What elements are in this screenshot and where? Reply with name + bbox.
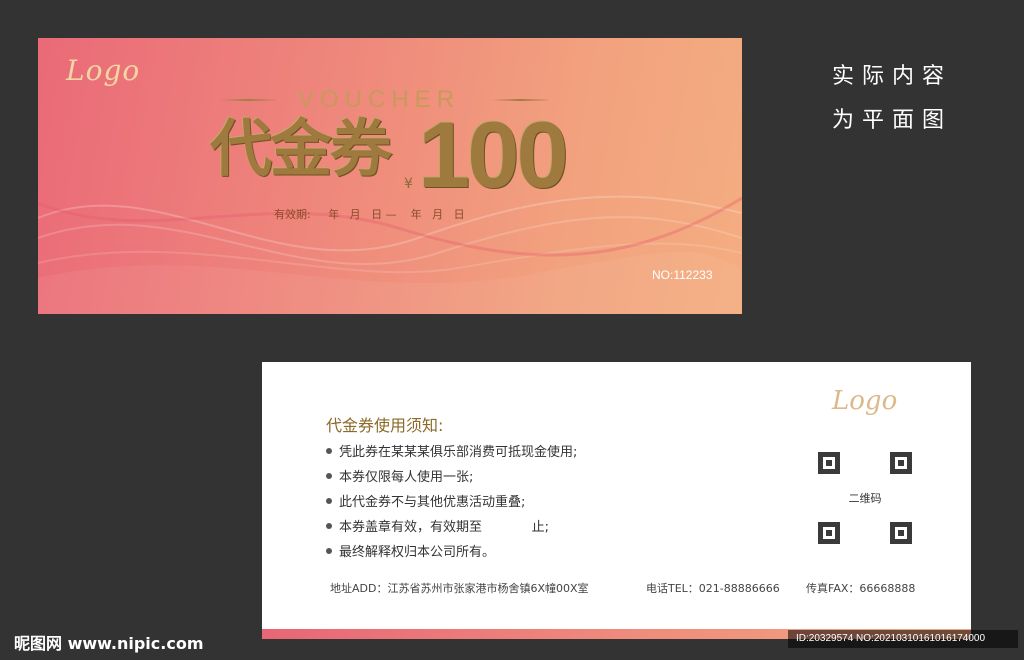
back-logo: Logo xyxy=(832,386,898,416)
rule-item: 本券盖章有效，有效期至 止; xyxy=(326,513,577,538)
rule-text: 本券盖章有效，有效期至 止; xyxy=(339,520,549,535)
serial-number: NO:112233 xyxy=(652,268,713,282)
rule-item: 此代金券不与其他优惠活动重叠; xyxy=(326,488,577,513)
bullet-icon xyxy=(326,447,332,454)
rule-text: 凭此券在某某某俱乐部消费可抵现金使用; xyxy=(339,445,578,460)
voucher-amount: 100 xyxy=(418,102,569,207)
fax: 传真FAX：66668888 xyxy=(806,582,916,595)
voucher-line-right xyxy=(492,99,548,101)
qr-corner-icon xyxy=(818,452,840,474)
rule-text: 此代金券不与其他优惠活动重叠; xyxy=(339,495,526,510)
bullet-icon xyxy=(326,497,332,504)
voucher-back: Logo 代金券使用须知: 凭此券在某某某俱乐部消费可抵现金使用; 本券仅限每人… xyxy=(262,362,971,639)
qr-label: 二维码 xyxy=(848,492,882,505)
rule-text: 最终解释权归本公司所有。 xyxy=(339,545,496,560)
bullet-icon xyxy=(326,547,332,554)
valid-period: 有效期: 年 月 日 — 年 月 日 xyxy=(274,208,465,221)
side-note-line-2: 为平面图 xyxy=(832,108,953,133)
qr-corner-icon xyxy=(890,522,912,544)
qr-code-placeholder: 二维码 xyxy=(818,452,912,544)
voucher-line-left xyxy=(220,99,276,101)
rules-list: 凭此券在某某某俱乐部消费可抵现金使用; 本券仅限每人使用一张; 此代金券不与其他… xyxy=(326,438,577,563)
bullet-icon xyxy=(326,472,332,479)
site-watermark: 昵图网 www.nipic.com xyxy=(14,634,204,653)
voucher-front: Logo VOUCHER 代金券 ¥ 100 有效期: 年 月 日 — 年 月 … xyxy=(38,38,742,314)
rule-item: 最终解释权归本公司所有。 xyxy=(326,538,577,563)
address: 地址ADD：江苏省苏州市张家港市杨舍镇6X幢00X室 xyxy=(330,582,589,595)
rule-item: 凭此券在某某某俱乐部消费可抵现金使用; xyxy=(326,438,577,463)
qr-corner-icon xyxy=(818,522,840,544)
side-note-line-1: 实际内容 xyxy=(832,64,953,89)
currency-symbol: ¥ xyxy=(404,176,413,192)
id-watermark: ID:20329574 NO:20210310161016174000 xyxy=(788,630,1018,648)
telephone: 电话TEL：021-88886666 xyxy=(646,582,780,595)
rule-text: 本券仅限每人使用一张; xyxy=(339,470,474,485)
voucher-title: 代金券 xyxy=(210,112,392,185)
rules-title: 代金券使用须知: xyxy=(326,416,444,435)
front-logo: Logo xyxy=(66,54,141,87)
bullet-icon xyxy=(326,522,332,529)
rule-item: 本券仅限每人使用一张; xyxy=(326,463,577,488)
qr-corner-icon xyxy=(890,452,912,474)
